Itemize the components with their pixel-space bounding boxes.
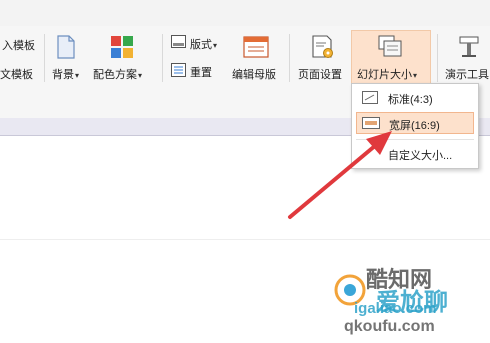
menu-item-standard-label: 标准(4:3): [388, 94, 433, 106]
standard-ratio-icon: [362, 91, 378, 104]
top-tab-strip: [0, 0, 490, 26]
chevron-down-icon: ▾: [213, 41, 218, 50]
layout-icon: [171, 35, 186, 48]
text-template-label[interactable]: 文模板: [0, 66, 33, 82]
presentation-tools-button[interactable]: 演示工具: [442, 33, 490, 83]
edit-master-button[interactable]: 编辑母版: [230, 33, 282, 83]
color-scheme-button[interactable]: 配色方案▾: [92, 33, 154, 83]
watermark-line4: qkoufu.com: [344, 318, 435, 335]
reset-icon: [171, 63, 186, 77]
edit-master-icon: [243, 36, 269, 58]
chevron-down-icon: ▾: [413, 71, 418, 80]
menu-item-standard[interactable]: 标准(4:3): [356, 87, 474, 109]
watermark-line3: igaliao.com: [354, 300, 437, 317]
reset-button[interactable]: 重置: [169, 62, 219, 80]
slide-size-icon: [378, 35, 402, 57]
presentation-tools-icon: [459, 36, 479, 57]
page-setup-label: 页面设置: [298, 69, 342, 81]
background-button[interactable]: 背景▾: [50, 33, 82, 83]
page-setup-icon: [312, 35, 333, 58]
slide-size-button[interactable]: 幻灯片大小▾: [351, 30, 431, 84]
color-scheme-label: 配色方案: [93, 69, 137, 81]
color-palette-icon: [111, 36, 133, 58]
presentation-tools-label: 演示工具: [445, 69, 489, 81]
slide-canvas-divider: [0, 239, 490, 240]
ribbon-separator: [44, 34, 45, 82]
layout-button[interactable]: 版式▾: [169, 34, 227, 52]
background-label: 背景: [52, 69, 74, 81]
ribbon-separator: [437, 34, 438, 82]
layout-label: 版式: [190, 39, 212, 51]
ribbon-separator: [289, 34, 290, 82]
chevron-down-icon: ▾: [138, 71, 143, 80]
ribbon-separator: [162, 34, 163, 82]
watermark: 酷知网 爱尬聊 igaliao.com qkoufu.com: [330, 262, 490, 343]
chevron-down-icon: ▾: [75, 71, 80, 80]
page-icon: [57, 35, 75, 59]
slide-size-label: 幻灯片大小: [357, 69, 412, 81]
page-setup-button[interactable]: 页面设置: [296, 33, 348, 83]
annotation-arrow: [288, 131, 392, 219]
edit-master-label: 编辑母版: [232, 69, 276, 81]
reset-label: 重置: [190, 67, 212, 79]
import-template-label[interactable]: 入模板: [2, 37, 35, 53]
